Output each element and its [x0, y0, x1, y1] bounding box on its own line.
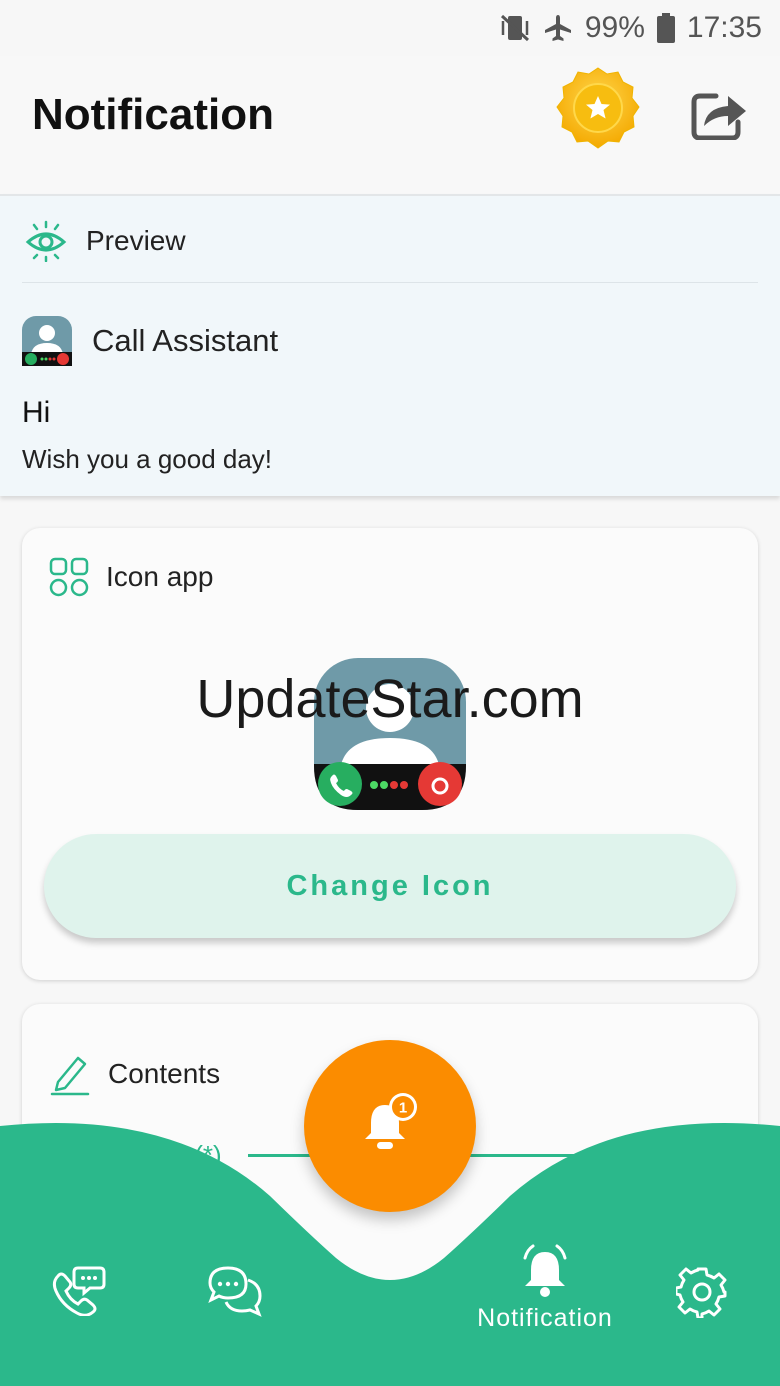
app-grid-icon: [49, 557, 89, 597]
phone-chat-icon: [52, 1266, 106, 1316]
notification-app-row: Call Assistant: [22, 316, 278, 366]
share-icon[interactable]: [690, 86, 748, 140]
bell-icon: [523, 1244, 567, 1297]
battery-icon: [656, 13, 675, 43]
premium-star-badge-icon[interactable]: [552, 64, 644, 156]
nav-item-settings[interactable]: [676, 1266, 728, 1318]
nav-item-notification[interactable]: Notification: [470, 1244, 620, 1333]
chat-bubbles-icon: [208, 1266, 262, 1317]
mute-vibrate-icon: [500, 14, 529, 42]
icon-app-label: Icon app: [106, 561, 214, 592]
page-title: Notification: [32, 90, 274, 139]
change-icon-button[interactable]: Change Icon: [44, 834, 736, 938]
eye-icon: [25, 220, 67, 262]
airplane-icon: [544, 15, 571, 41]
icon-app-header: Icon app: [48, 556, 213, 598]
contents-label: Contents: [108, 1058, 221, 1089]
nav-item-calls[interactable]: [50, 1264, 106, 1316]
notification-title: Hi: [22, 396, 51, 429]
nav-label-notification: Notification: [477, 1304, 613, 1332]
clock: 17:35: [686, 11, 762, 44]
status-bar: 99% 17:35: [0, 0, 780, 56]
notification-fab[interactable]: 1: [304, 1040, 476, 1212]
preview-label: Preview: [86, 225, 186, 256]
divider: [22, 282, 758, 283]
nav-item-messages[interactable]: [206, 1264, 264, 1322]
battery-percent: 99%: [584, 11, 645, 44]
preview-card: Preview Call Assistant Hi Wish you a goo…: [0, 194, 780, 496]
contents-header: Contents: [50, 1052, 220, 1096]
watermark: UpdateStar.com: [196, 669, 584, 729]
app-icon-small: [22, 316, 72, 366]
notification-app-name: Call Assistant: [92, 323, 279, 358]
preview-header: Preview: [24, 220, 186, 262]
bell-with-badge-icon: 1: [365, 1093, 417, 1149]
notification-body: Wish you a good day!: [22, 444, 273, 474]
icon-app-card: Icon app Change Icon: [22, 528, 758, 980]
gear-icon: [676, 1267, 727, 1318]
fab-badge-count: 1: [399, 1100, 407, 1117]
app-header: Notification: [0, 56, 780, 194]
pencil-icon: [50, 1056, 90, 1096]
